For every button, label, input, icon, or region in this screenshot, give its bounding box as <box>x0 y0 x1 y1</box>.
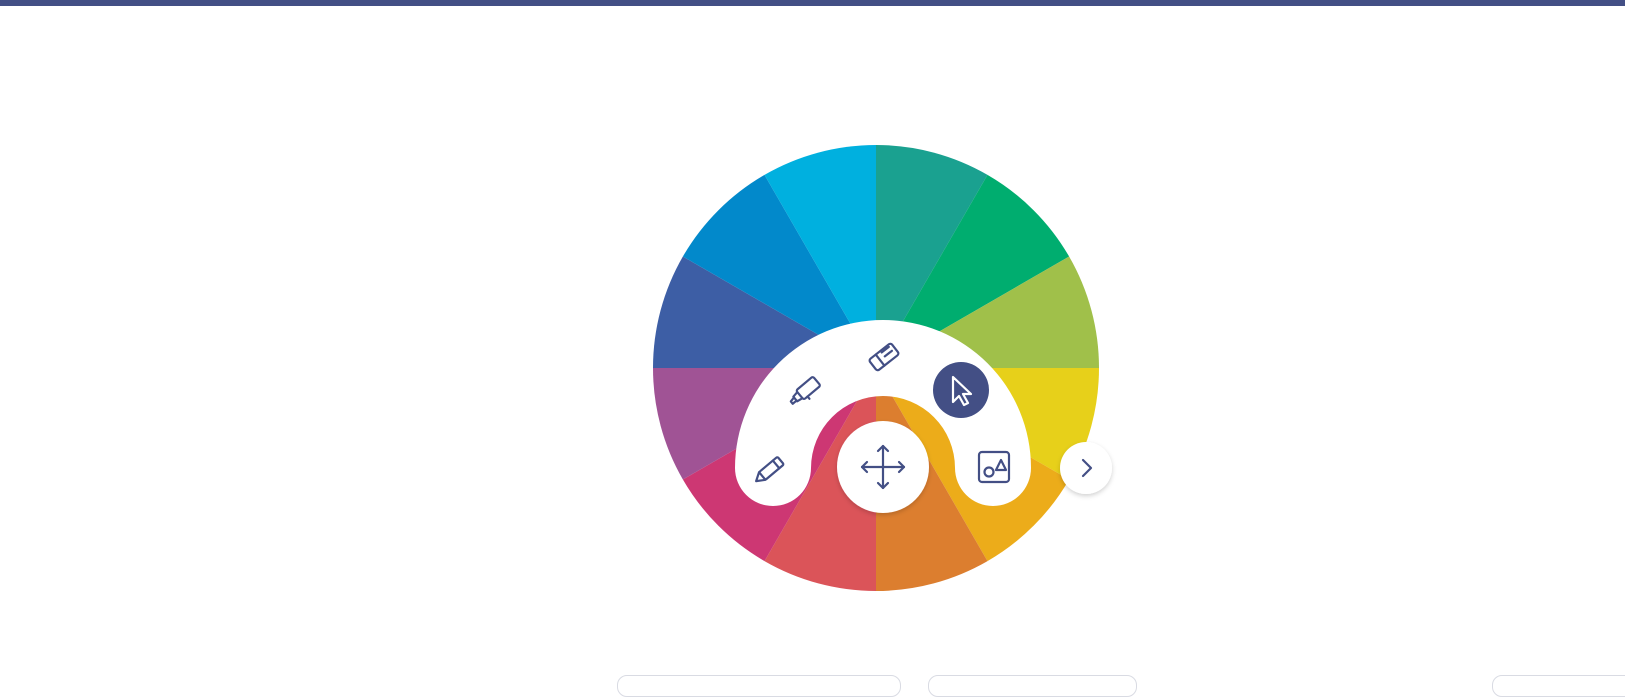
next-tools-button[interactable] <box>1060 442 1112 494</box>
select-tool-button[interactable] <box>933 362 989 418</box>
move-handle-button[interactable] <box>837 421 929 513</box>
bottom-panel-card <box>617 675 901 697</box>
active-tool-highlight <box>933 362 989 418</box>
drawing-toolbar-radial <box>653 145 1112 591</box>
bottom-panel-card <box>928 675 1137 697</box>
bottom-panel-card <box>1492 675 1625 697</box>
